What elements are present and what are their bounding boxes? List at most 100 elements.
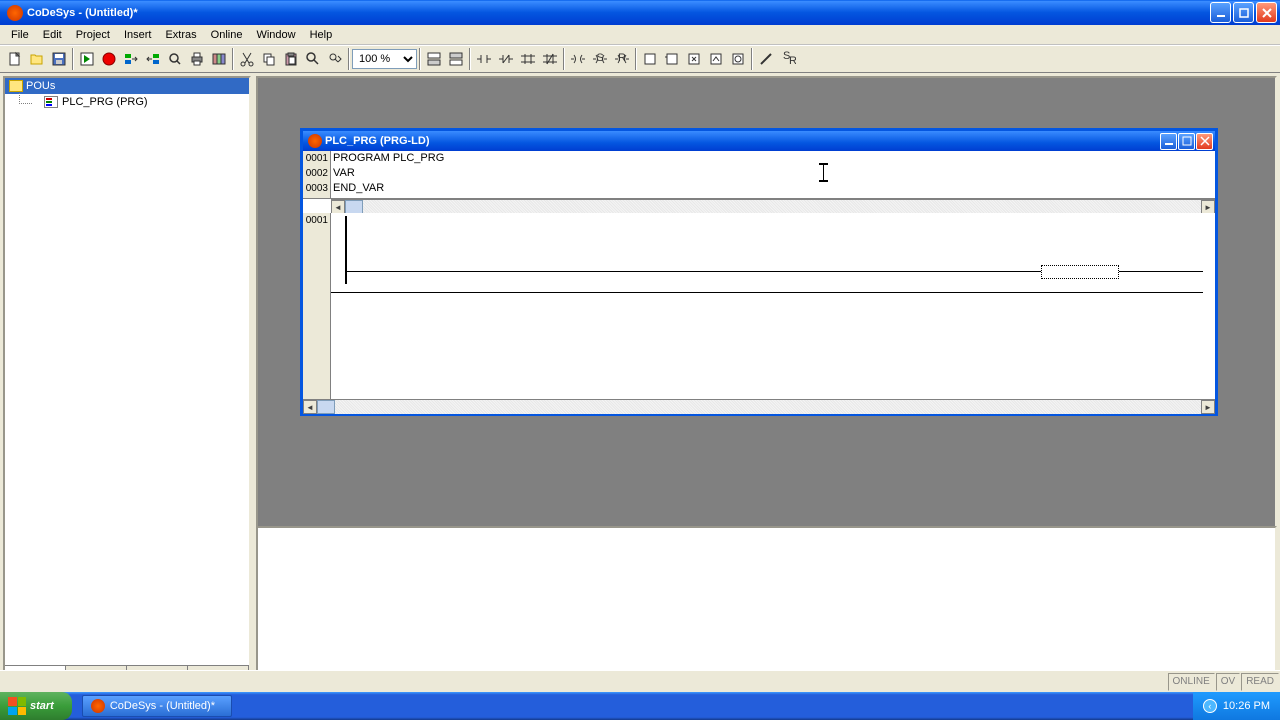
editor-icon: [308, 134, 322, 148]
app-title: CoDeSys - (Untitled)*: [27, 7, 1208, 19]
copy-button[interactable]: [258, 48, 280, 70]
line-number: 0001: [303, 151, 331, 166]
ladder-pane[interactable]: 0001: [303, 213, 1215, 399]
box-button[interactable]: [639, 48, 661, 70]
global-search-button[interactable]: [164, 48, 186, 70]
scroll-right-button[interactable]: ►: [1201, 200, 1215, 214]
timer-button[interactable]: [727, 48, 749, 70]
power-rail: [345, 216, 347, 284]
minimize-button[interactable]: [1210, 2, 1231, 23]
menu-help[interactable]: Help: [303, 27, 340, 43]
message-panel: ◄ ►: [256, 526, 1277, 688]
windows-taskbar: start CoDeSys - (Untitled)* ‹ 10:26 PM: [0, 692, 1280, 720]
system-tray: ‹ 10:26 PM: [1193, 692, 1280, 720]
editor-window: PLC_PRG (PRG-LD) 0001PROGRAM PLC_PRG 000…: [300, 128, 1218, 416]
app-icon: [7, 5, 23, 21]
tree-item-label: PLC_PRG (PRG): [62, 96, 148, 108]
box-en-button[interactable]: [661, 48, 683, 70]
menubar: File Edit Project Insert Extras Online W…: [0, 25, 1280, 45]
find-button[interactable]: [302, 48, 324, 70]
editor-close-button[interactable]: [1196, 133, 1213, 150]
statusbar: ONLINE OV READ: [0, 670, 1280, 692]
network-number: 0001: [303, 213, 330, 228]
paste-button[interactable]: [280, 48, 302, 70]
editor-title: PLC_PRG (PRG-LD): [325, 135, 1159, 147]
jump-button[interactable]: [683, 48, 705, 70]
menu-online[interactable]: Online: [204, 27, 250, 43]
text-cursor-icon: [823, 165, 824, 180]
negate-button[interactable]: [755, 48, 777, 70]
project-tree-panel: POUs PLC_PRG (PRG) POUs Data ... Visua..…: [3, 76, 251, 689]
editor-minimize-button[interactable]: [1160, 133, 1177, 150]
menu-insert[interactable]: Insert: [117, 27, 159, 43]
reset-coil-button[interactable]: R: [611, 48, 633, 70]
zoom-select[interactable]: 100 %: [352, 49, 417, 69]
set-coil-button[interactable]: S: [589, 48, 611, 70]
code-text: END_VAR: [331, 181, 384, 196]
taskbar-app-button[interactable]: CoDeSys - (Untitled)*: [82, 695, 232, 717]
new-button[interactable]: [4, 48, 26, 70]
line-number: 0004: [303, 196, 331, 199]
scroll-thumb[interactable]: [317, 400, 335, 414]
library-button[interactable]: [208, 48, 230, 70]
close-button[interactable]: [1256, 2, 1277, 23]
svg-text:R: R: [618, 52, 626, 64]
editor-maximize-button[interactable]: [1178, 133, 1195, 150]
menu-edit[interactable]: Edit: [36, 27, 69, 43]
tray-notification-icon[interactable]: ‹: [1203, 699, 1217, 713]
scroll-track[interactable]: [317, 400, 1201, 414]
tree-item-plc-prg[interactable]: PLC_PRG (PRG): [5, 94, 249, 110]
print-button[interactable]: [186, 48, 208, 70]
cut-button[interactable]: [236, 48, 258, 70]
find-next-button[interactable]: [324, 48, 346, 70]
ladder-hscrollbar[interactable]: ◄ ►: [303, 399, 1215, 413]
run-button[interactable]: [76, 48, 98, 70]
ladder-margin: 0001: [303, 213, 331, 399]
contact-button[interactable]: [473, 48, 495, 70]
windows-logo-icon: [8, 697, 26, 715]
output-placeholder[interactable]: [1041, 265, 1119, 279]
parallel-contact-neg-button[interactable]: [539, 48, 561, 70]
code-text: VAR: [331, 166, 355, 181]
login-button[interactable]: [120, 48, 142, 70]
tray-clock[interactable]: 10:26 PM: [1223, 700, 1270, 712]
scroll-left-button[interactable]: ◄: [331, 200, 345, 214]
parallel-contact-button[interactable]: [517, 48, 539, 70]
scroll-right-button[interactable]: ►: [1201, 400, 1215, 414]
scroll-left-button[interactable]: ◄: [303, 400, 317, 414]
network-after-button[interactable]: [445, 48, 467, 70]
save-button[interactable]: [48, 48, 70, 70]
set-reset-button[interactable]: SR: [777, 48, 799, 70]
logout-button[interactable]: [142, 48, 164, 70]
declaration-pane[interactable]: 0001PROGRAM PLC_PRG 0002VAR 0003END_VAR …: [303, 151, 1215, 199]
svg-text:R: R: [789, 55, 796, 67]
network-before-button[interactable]: [423, 48, 445, 70]
stop-button[interactable]: [98, 48, 120, 70]
line-number: 0003: [303, 181, 331, 196]
task-app-label: CoDeSys - (Untitled)*: [110, 700, 215, 712]
scroll-thumb[interactable]: [345, 200, 363, 214]
menu-file[interactable]: File: [4, 27, 36, 43]
start-label: start: [30, 700, 54, 712]
toolbar: 100 % S R SR: [0, 45, 1280, 73]
coil-button[interactable]: [567, 48, 589, 70]
maximize-button[interactable]: [1233, 2, 1254, 23]
open-button[interactable]: [26, 48, 48, 70]
tree-root-label: POUs: [26, 80, 55, 92]
contact-neg-button[interactable]: [495, 48, 517, 70]
status-online: ONLINE: [1168, 673, 1215, 691]
declaration-hscrollbar[interactable]: ◄ ►: [331, 199, 1215, 213]
ladder-network[interactable]: [331, 213, 1203, 293]
menu-extras[interactable]: Extras: [158, 27, 203, 43]
scroll-track[interactable]: [345, 200, 1201, 214]
main-titlebar: CoDeSys - (Untitled)*: [0, 0, 1280, 25]
status-ov: OV: [1216, 673, 1240, 691]
start-button[interactable]: start: [0, 692, 72, 720]
menu-window[interactable]: Window: [249, 27, 302, 43]
task-app-icon: [91, 699, 105, 713]
tree-root-pous[interactable]: POUs: [5, 78, 249, 94]
menu-project[interactable]: Project: [69, 27, 117, 43]
line-number: 0002: [303, 166, 331, 181]
editor-titlebar[interactable]: PLC_PRG (PRG-LD): [303, 131, 1215, 151]
return-button[interactable]: [705, 48, 727, 70]
